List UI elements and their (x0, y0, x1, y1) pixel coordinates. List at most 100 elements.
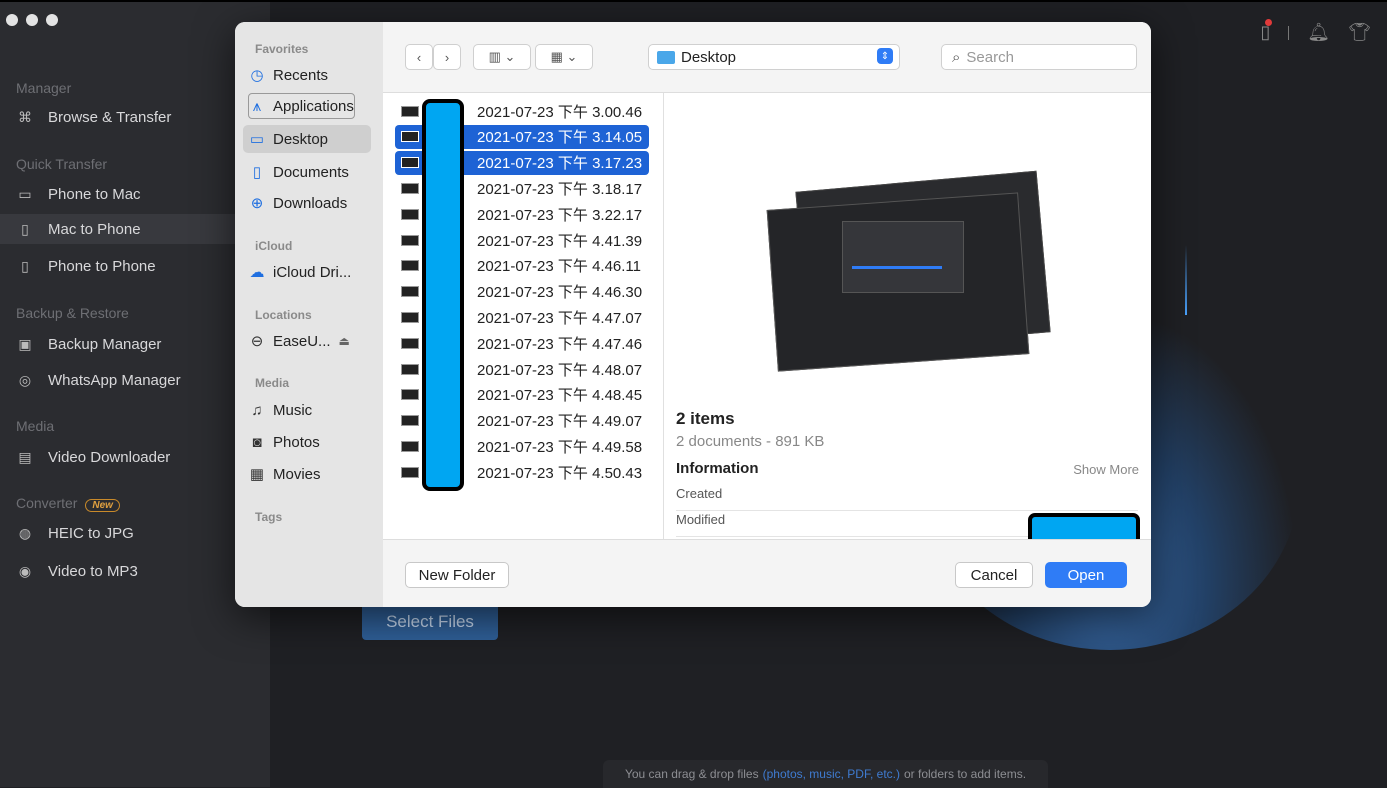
monitor-icon: ▭ (18, 185, 32, 202)
eject-icon[interactable]: ⏏ (339, 334, 350, 348)
forward-button[interactable]: › (433, 44, 461, 70)
preview-pane: 2 items 2 documents - 891 KB Information… (664, 93, 1151, 539)
sidebar-item-desktop[interactable]: ▭ Desktop (243, 125, 371, 153)
phones-icon: ▯ (21, 257, 29, 274)
sidebar-item-heic-to-jpg[interactable]: ◍ HEIC to JPG (16, 518, 134, 548)
dialog-toolbar: ‹ › ▥ ⌄ ▦ ⌄ Desktop ⇕ ⌕ Search (383, 22, 1151, 93)
screenshot-file-icon (401, 466, 419, 478)
screenshot-file-icon (401, 415, 419, 427)
file-name: 2021-07-23 下午 3.00.46 (477, 103, 643, 121)
close-window-button[interactable] (6, 14, 18, 26)
device-icon[interactable]: ▯ (1260, 19, 1273, 43)
file-name: 2021-07-23 下午 4.47.07 (477, 309, 643, 327)
cancel-button[interactable]: Cancel (955, 562, 1033, 588)
download-icon: ⊕ (250, 195, 264, 212)
shirt-icon[interactable]: 👕︎ (1348, 22, 1371, 43)
modified-label: Modified (676, 512, 726, 527)
sidebar-item-phone-to-phone[interactable]: ▯ Phone to Phone (16, 251, 155, 281)
file-name: 2021-07-23 下午 3.14.05 (477, 129, 643, 147)
screenshot-file-icon (401, 105, 419, 117)
sidebar-item-label: EaseU... (273, 332, 331, 350)
redaction-overlay (422, 99, 464, 491)
sidebar-item-photos[interactable]: ◙ Photos (249, 430, 320, 454)
sidebar-item-label: Video Downloader (48, 448, 171, 466)
back-button[interactable]: ‹ (405, 44, 433, 70)
media-heading: Media (255, 376, 290, 390)
section-manager: Manager (16, 80, 72, 96)
file-name: 2021-07-23 下午 3.17.23 (477, 155, 643, 173)
section-media: Media (16, 418, 55, 434)
tags-heading: Tags (255, 510, 283, 524)
sidebar-item-label: Movies (273, 465, 321, 483)
sidebar-item-documents[interactable]: ▯ Documents (249, 160, 349, 184)
window-controls (6, 14, 58, 26)
drop-hint-suffix: or folders to add items. (903, 767, 1027, 781)
section-converter: Converter New (16, 495, 120, 512)
sidebar-item-label: iCloud Dri... (273, 263, 352, 281)
open-button[interactable]: Open (1045, 562, 1127, 588)
columns-view-icon: ▥ ⌄ (488, 49, 516, 64)
sidebar-item-downloads[interactable]: ⊕ Downloads (249, 191, 348, 215)
top-right-toolbar: ▯ 🔔︎ 👕︎ (1260, 19, 1371, 43)
app-sidebar: Manager ⌘ Browse & Transfer Quick Transf… (0, 2, 270, 787)
sidebar-item-label: Music (273, 401, 313, 419)
sidebar-item-label: Downloads (273, 194, 348, 212)
location-select[interactable]: Desktop ⇕ (648, 44, 900, 70)
sidebar-item-label: Recents (273, 66, 329, 84)
open-file-dialog: Favorites ◷ Recents ⩚ Applications ▭ Des… (235, 22, 1151, 607)
screenshot-file-icon (401, 131, 419, 143)
information-heading: Information (676, 460, 759, 477)
sidebar-item-label: Desktop (273, 130, 329, 148)
sidebar-item-phone-to-mac[interactable]: ▭ Phone to Mac (16, 179, 141, 209)
sidebar-item-browse-transfer[interactable]: ⌘ Browse & Transfer (16, 102, 171, 132)
new-folder-button[interactable]: New Folder (405, 562, 509, 588)
sidebar-item-label: Phone to Mac (48, 185, 141, 203)
sidebar-item-video-downloader[interactable]: ▤ Video Downloader (16, 442, 170, 472)
grid-icon: ⌘ (18, 108, 32, 125)
section-quick-transfer: Quick Transfer (16, 156, 108, 172)
sidebar-item-label: WhatsApp Manager (48, 371, 181, 389)
download-video-icon: ▤ (18, 448, 32, 465)
sidebar-item-easeus-drive[interactable]: ⊖ EaseU... ⏏ (249, 329, 350, 353)
sidebar-item-mac-to-phone[interactable]: ▯ Mac to Phone (0, 214, 270, 244)
cloud-icon: ☁︎ (249, 264, 265, 281)
desktop-icon: ▭ (249, 131, 265, 148)
dialog-sidebar: Favorites ◷ Recents ⩚ Applications ▭ Des… (235, 22, 383, 607)
screenshot-file-icon (401, 157, 419, 169)
chevron-right-icon: › (444, 49, 450, 65)
sidebar-item-label: Video to MP3 (48, 562, 138, 580)
minimize-window-button[interactable] (26, 14, 38, 26)
drop-hint: You can drag & drop files (photos, music… (603, 760, 1048, 788)
sidebar-item-label: Backup Manager (48, 335, 162, 353)
screenshot-file-icon (401, 182, 419, 194)
section-converter-title: Converter (16, 495, 78, 511)
document-icon: ▯ (252, 164, 262, 181)
sidebar-item-video-to-mp3[interactable]: ◉ Video to MP3 (16, 556, 138, 586)
notification-dot (1265, 19, 1273, 26)
file-name: 2021-07-23 下午 4.46.30 (477, 284, 643, 302)
screenshot-file-icon (401, 260, 419, 272)
search-field[interactable]: ⌕ Search (941, 44, 1137, 70)
sidebar-item-label: Photos (273, 433, 320, 451)
view-mode-button[interactable]: ▥ ⌄ (473, 44, 531, 70)
locations-heading: Locations (255, 308, 312, 322)
file-name: 2021-07-23 下午 3.22.17 (477, 206, 643, 224)
sidebar-item-movies[interactable]: ▦ Movies (249, 462, 321, 486)
preview-progress (852, 266, 942, 269)
sidebar-item-icloud-drive[interactable]: ☁︎ iCloud Dri... (249, 260, 352, 284)
zoom-window-button[interactable] (46, 14, 58, 26)
show-more-link[interactable]: Show More (1073, 462, 1139, 477)
sidebar-item-music[interactable]: ♫ Music (249, 398, 312, 422)
sidebar-item-recents[interactable]: ◷ Recents (249, 63, 328, 87)
select-files-button[interactable]: Select Files (362, 604, 498, 640)
group-button[interactable]: ▦ ⌄ (535, 44, 593, 70)
screenshot-file-icon (401, 286, 419, 298)
sidebar-item-applications[interactable]: ⩚ Applications (248, 93, 355, 119)
bell-icon[interactable]: 🔔︎ (1307, 22, 1330, 43)
sidebar-item-backup-manager[interactable]: ▣ Backup Manager (16, 329, 161, 359)
sidebar-item-whatsapp-manager[interactable]: ◎ WhatsApp Manager (16, 365, 181, 395)
grid-view-icon: ▦ ⌄ (550, 49, 578, 64)
created-row: Created (676, 486, 1138, 511)
up-down-icon: ⇕ (877, 48, 893, 64)
mp3-icon: ◉ (18, 562, 32, 579)
